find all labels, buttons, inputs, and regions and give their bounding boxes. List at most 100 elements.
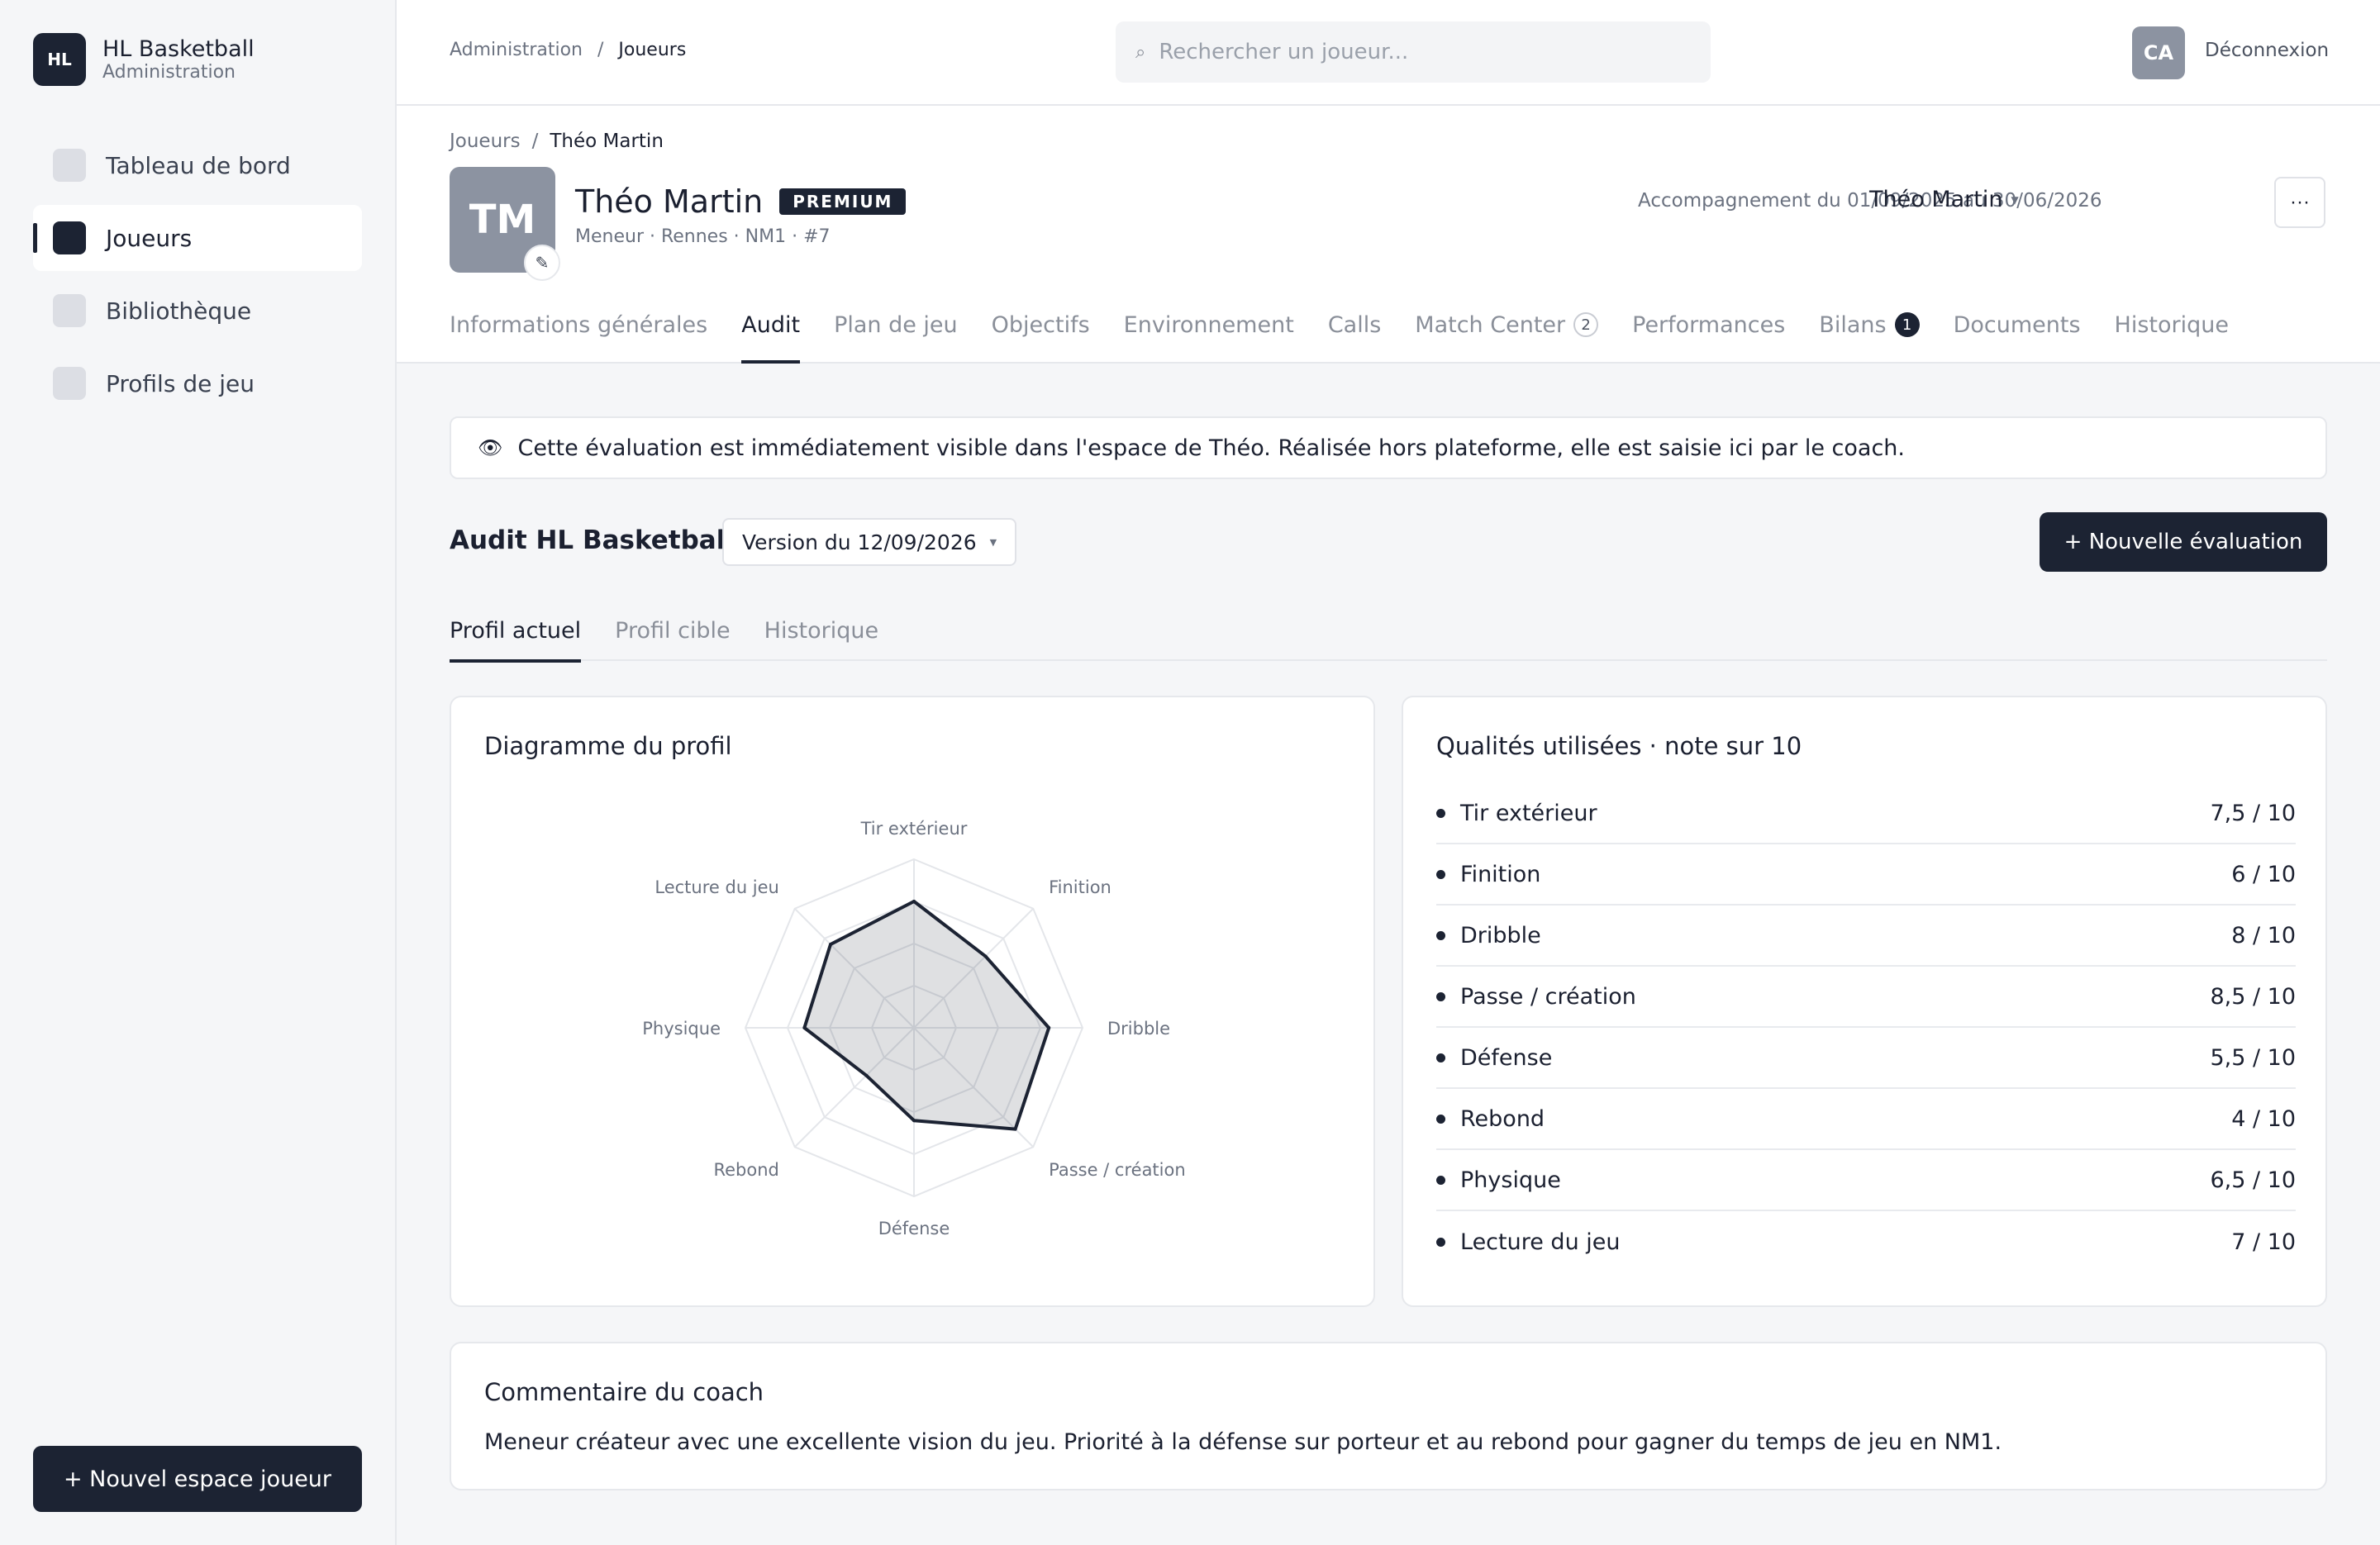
brand[interactable]: HL HL Basketball Administration — [33, 33, 255, 86]
radar-axis-label: Physique — [642, 1019, 721, 1039]
tab-label: Historique — [2114, 312, 2229, 338]
user-avatar[interactable]: CA — [2132, 26, 2185, 79]
list-item: Dribble 8 / 10 — [1436, 906, 2296, 967]
edit-avatar-icon[interactable]: ✎ — [524, 245, 560, 281]
list-item: Défense 5,5 / 10 — [1436, 1028, 2296, 1089]
qualities-list: Tir extérieur 7,5 / 10 Finition 6 / 10 Dri… — [1436, 783, 2296, 1272]
breadcrumb-separator: / — [597, 40, 604, 60]
breadcrumb-item-administration[interactable]: Administration — [450, 40, 583, 60]
version-select[interactable]: Version du 12/09/2026 ▼ — [722, 518, 1017, 566]
breadcrumb-item-joueurs[interactable]: Joueurs — [450, 131, 521, 152]
bullet-icon — [1436, 1114, 1445, 1124]
tab-match-center[interactable]: Match Center 2 — [1415, 312, 1599, 364]
quality-score: 7,5 / 10 — [2210, 800, 2296, 826]
search-box[interactable]: ⌕ — [1116, 21, 1711, 83]
radar-axis-label: Finition — [1049, 877, 1111, 897]
quality-label: Lecture du jeu — [1460, 1229, 1621, 1255]
subtab-profil-actuel[interactable]: Profil actuel — [450, 618, 582, 663]
tab-label: Bilans — [1819, 312, 1887, 338]
chevron-down-icon: ▼ — [2011, 193, 2019, 206]
tab-label: Informations générales — [450, 312, 708, 338]
banner-text: Cette évaluation est immédiatement visib… — [517, 435, 1905, 461]
radar-chart: Tir extérieur Finition Dribble Passe / créa… — [642, 819, 1185, 1238]
quality-label: Tir extérieur — [1460, 800, 1597, 826]
breadcrumb-item-player: Théo Martin — [550, 131, 664, 152]
sidebar-item-tableau-de-bord[interactable]: Tableau de bord — [33, 132, 362, 198]
player-tabs: Informations générales Audit Plan de jeu… — [450, 312, 2263, 364]
sidebar: HL HL Basketball Administration Tableau … — [0, 0, 397, 1545]
dashboard-icon — [53, 149, 86, 182]
tab-documents[interactable]: Documents — [1954, 312, 2081, 364]
brand-title: HL Basketball — [102, 36, 255, 62]
player-breadcrumb: Joueurs / Théo Martin — [450, 131, 664, 152]
subtab-historique[interactable]: Historique — [764, 618, 878, 661]
player-select[interactable]: Théo Martin ▼ — [1869, 187, 2019, 212]
logout-link[interactable]: Déconnexion — [2205, 40, 2329, 61]
breadcrumb-separator: / — [531, 131, 539, 152]
player-header: Joueurs / Théo Martin TM ✎ Théo Martin P… — [397, 106, 2380, 364]
tab-label: Match Center — [1415, 312, 1566, 338]
bullet-icon — [1436, 869, 1445, 879]
chevron-down-icon: ▼ — [989, 536, 997, 548]
sidebar-item-label: Joueurs — [106, 224, 193, 252]
tab-label: Objectifs — [991, 312, 1090, 338]
quality-label: Dribble — [1460, 922, 1541, 948]
sidebar-item-joueurs[interactable]: Joueurs — [33, 205, 362, 271]
radar-point — [802, 1026, 807, 1029]
bullet-icon — [1436, 808, 1445, 818]
bullet-icon — [1436, 1053, 1445, 1062]
tab-informations-generales[interactable]: Informations générales — [450, 312, 707, 364]
topbar: Administration / Joueurs ⌕ CA Déconnexio… — [397, 0, 2380, 106]
sidebar-item-profils-de-jeu[interactable]: Profils de jeu — [33, 350, 362, 416]
library-icon — [53, 294, 86, 327]
count-badge: 1 — [1894, 312, 1920, 337]
player-name: Théo Martin PREMIUM — [575, 183, 907, 220]
tab-objectifs[interactable]: Objectifs — [992, 312, 1090, 364]
sidebar-item-bibliotheque[interactable]: Bibliothèque — [33, 278, 362, 344]
radar-axis-label: Dribble — [1107, 1019, 1170, 1039]
tab-historique[interactable]: Historique — [2115, 312, 2229, 364]
radar-point — [983, 954, 988, 958]
list-item: Physique 6,5 / 10 — [1436, 1150, 2296, 1211]
tab-label: Performances — [1632, 312, 1786, 338]
radar-axis-label: Lecture du jeu — [654, 877, 779, 897]
players-icon — [53, 221, 86, 254]
search-input[interactable] — [1159, 40, 1672, 64]
quality-label: Rebond — [1460, 1105, 1545, 1132]
tab-bilans[interactable]: Bilans 1 — [1819, 312, 1920, 364]
subtab-profil-cible[interactable]: Profil cible — [615, 618, 731, 661]
tab-audit[interactable]: Audit — [741, 312, 800, 364]
more-options-button[interactable]: ··· — [2274, 177, 2325, 228]
radar-point — [912, 900, 916, 903]
new-evaluation-button[interactable]: + Nouvelle évaluation — [2040, 512, 2327, 572]
bullet-icon — [1436, 1175, 1445, 1185]
tab-plan-de-jeu[interactable]: Plan de jeu — [834, 312, 958, 364]
coach-comment-card: Commentaire du coach Meneur créateur ave… — [450, 1342, 2327, 1490]
quality-label: Défense — [1460, 1044, 1553, 1071]
tab-environnement[interactable]: Environnement — [1124, 312, 1294, 364]
sidebar-item-label: Bibliothèque — [106, 297, 252, 325]
bullet-icon — [1436, 991, 1445, 1001]
sidebar-item-label: Profils de jeu — [106, 369, 255, 397]
bullet-icon — [1436, 1237, 1445, 1247]
brand-logo: HL — [33, 33, 86, 86]
quality-score: 6,5 / 10 — [2210, 1167, 2296, 1193]
player-select-value: Théo Martin — [1869, 187, 2003, 212]
count-badge: 2 — [1573, 312, 1599, 337]
player-meta: Meneur · Rennes · NM1 · #7 — [575, 226, 831, 247]
radar-point — [864, 1073, 869, 1077]
tab-label: Audit — [741, 312, 801, 338]
new-player-space-button[interactable]: + Nouvel espace joueur — [33, 1446, 362, 1512]
tab-performances[interactable]: Performances — [1632, 312, 1785, 364]
list-item: Lecture du jeu 7 / 10 — [1436, 1211, 2296, 1272]
quality-label: Finition — [1460, 861, 1541, 887]
quality-score: 7 / 10 — [2231, 1229, 2296, 1255]
version-select-value: Version du 12/09/2026 — [742, 530, 977, 554]
audit-subtabs: Profil actuel Profil cible Historique — [450, 618, 2327, 663]
radar-axis-label: Rebond — [713, 1160, 778, 1180]
eye-icon: 👁 — [478, 436, 503, 459]
radar-series-area — [802, 900, 1051, 1131]
tab-calls[interactable]: Calls — [1328, 312, 1381, 364]
audit-title: Audit HL Basketball — [450, 525, 734, 555]
brand-text: HL Basketball Administration — [102, 36, 255, 83]
